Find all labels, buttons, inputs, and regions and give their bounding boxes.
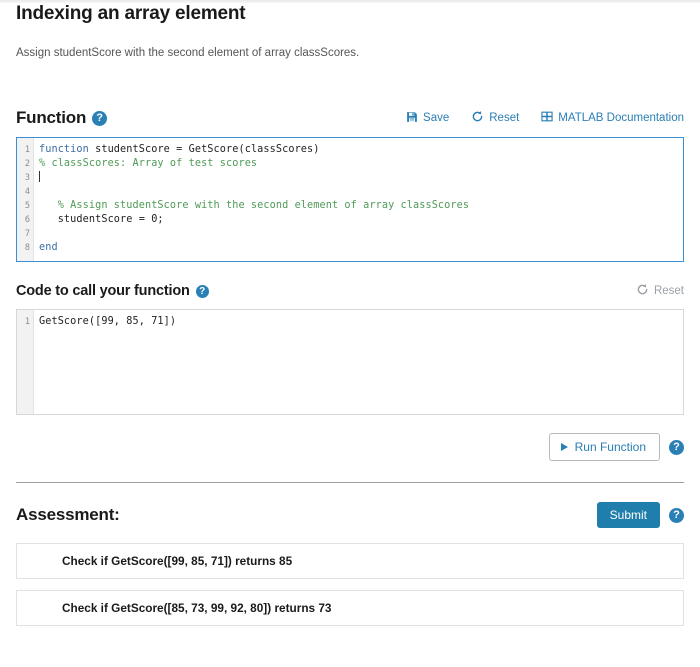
reset-circular-arrow-icon (471, 110, 484, 126)
call-heading: Code to call your function (16, 283, 190, 299)
assessment-actions: Submit ? (596, 502, 684, 528)
assessment-test-row[interactable]: Check if GetScore([99, 85, 71]) returns … (16, 543, 684, 579)
function-editor-gutter: 1 2 3 4 5 6 7 8 (17, 138, 34, 261)
line-number: 6 (24, 215, 30, 225)
code-line: studentScore = 0; (39, 213, 683, 227)
text-caret (39, 171, 40, 182)
save-floppy-icon (406, 111, 418, 126)
matlab-documentation-link[interactable]: MATLAB Documentation (541, 111, 684, 125)
run-function-label: Run Function (574, 440, 646, 454)
function-code-editor[interactable]: 1 2 3 4 5 6 7 8 function studentScore = … (16, 137, 684, 262)
section-divider (16, 482, 684, 483)
function-heading-group: Function ? (16, 108, 108, 128)
assessment-section-header: Assessment: Submit ? (16, 502, 684, 528)
assessment-test-row[interactable]: Check if GetScore([85, 73, 99, 92, 80]) … (16, 590, 684, 626)
code-comment: % classScores: Array of test scores (39, 158, 258, 169)
call-code-editor[interactable]: 1 GetScore([99, 85, 71]) (16, 309, 684, 415)
call-editor-code-area[interactable]: GetScore([99, 85, 71]) (34, 310, 683, 414)
matlab-documentation-label: MATLAB Documentation (558, 112, 684, 124)
line-number: 7 (24, 229, 30, 239)
code-keyword: function (39, 144, 89, 155)
code-line: % Assign studentScore with the second el… (39, 199, 683, 213)
call-reset-button[interactable]: Reset (636, 283, 684, 299)
run-function-button[interactable]: Run Function (548, 433, 660, 461)
call-editor-gutter: 1 (17, 310, 34, 414)
call-help-icon[interactable]: ? (195, 284, 209, 298)
page-title: Indexing an array element (16, 3, 246, 24)
code-comment: % Assign studentScore with the second el… (39, 200, 470, 211)
code-line: function studentScore = GetScore(classSc… (39, 143, 683, 157)
line-number: 3 (24, 173, 30, 183)
function-toolbar: Save Reset MATLAB Documentation (406, 110, 684, 126)
play-triangle-icon (560, 443, 568, 451)
call-heading-group: Code to call your function ? (16, 283, 209, 299)
assessment-test-label: Check if GetScore([99, 85, 71]) returns … (62, 554, 293, 568)
zybooks-matlab-exercise-page: Indexing an array element Assign student… (0, 0, 700, 667)
matlab-documentation-icon (541, 111, 553, 125)
page-subtitle: Assign studentScore with the second elem… (16, 47, 360, 59)
code-text: studentScore = GetScore(classScores) (88, 144, 320, 155)
code-line: % classScores: Array of test scores (39, 157, 683, 171)
line-number: 2 (24, 159, 30, 169)
assessment-heading: Assessment: (16, 505, 120, 524)
call-toolbar: Reset (636, 283, 684, 299)
run-function-row: Run Function ? (16, 433, 684, 461)
function-editor-code-area[interactable]: function studentScore = GetScore(classSc… (34, 138, 683, 261)
line-number: 1 (24, 145, 30, 155)
code-text: studentScore = 0; (39, 214, 164, 225)
function-heading: Function (16, 108, 87, 127)
line-number: 4 (24, 187, 30, 197)
call-section-header: Code to call your function ? Reset (16, 283, 684, 299)
top-edge-strip (0, 0, 700, 3)
line-number: 5 (24, 201, 30, 211)
code-line: end (39, 241, 683, 255)
function-reset-button[interactable]: Reset (471, 110, 519, 126)
function-help-icon[interactable]: ? (92, 110, 108, 126)
submit-button[interactable]: Submit (596, 502, 660, 528)
assessment-test-label: Check if GetScore([85, 73, 99, 92, 80]) … (62, 601, 332, 615)
assessment-help-icon[interactable]: ? (669, 507, 684, 523)
reset-circular-arrow-icon (636, 283, 649, 299)
code-keyword: end (39, 242, 58, 253)
save-label: Save (423, 112, 450, 124)
call-reset-label: Reset (653, 285, 684, 297)
function-reset-label: Reset (489, 112, 520, 124)
line-number: 1 (24, 317, 30, 327)
code-line: GetScore([99, 85, 71]) (39, 315, 683, 329)
run-function-help-icon[interactable]: ? (669, 439, 684, 455)
code-text: GetScore([99, 85, 71]) (39, 316, 177, 327)
function-section-header: Function ? Save Reset MATLAB Documentati… (16, 108, 684, 128)
line-number: 8 (24, 243, 30, 253)
save-button[interactable]: Save (406, 111, 449, 126)
code-line (39, 171, 683, 185)
